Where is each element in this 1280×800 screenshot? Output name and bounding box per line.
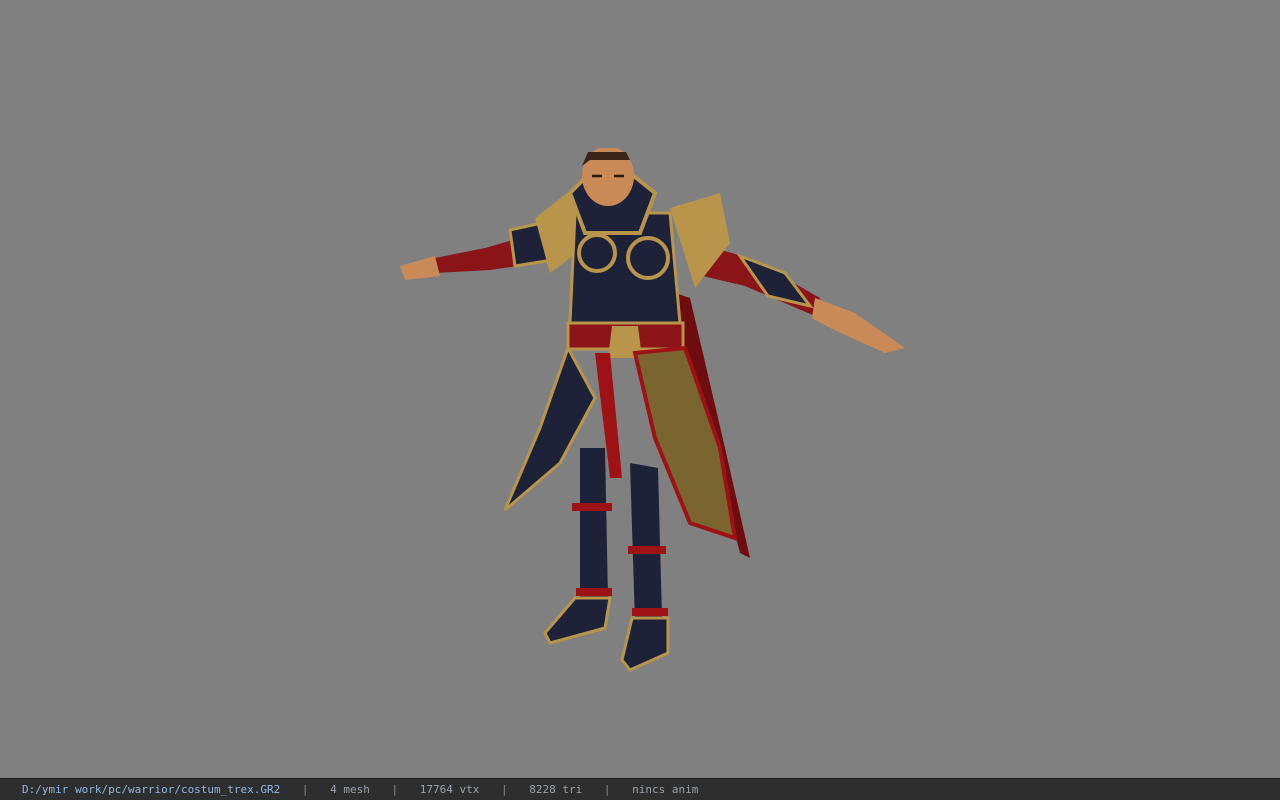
left-hand <box>400 256 440 280</box>
right-leg-band-1 <box>628 546 666 554</box>
model-file-path: D:/ymir work/pc/warrior/costum_trex.GR2 <box>22 783 281 796</box>
triangle-count: 8228 tri <box>529 783 583 796</box>
right-leg <box>630 463 662 623</box>
vertex-count: 17764 vtx <box>419 783 480 796</box>
left-leg <box>580 448 608 603</box>
3d-viewport[interactable] <box>0 0 1280 778</box>
warrior-character-model[interactable] <box>390 148 920 678</box>
status-separator: | <box>391 783 399 796</box>
right-hand <box>812 298 905 353</box>
status-bar: D:/ymir work/pc/warrior/costum_trex.GR2 … <box>0 778 1280 800</box>
left-boot <box>543 596 612 645</box>
right-boot <box>620 616 670 672</box>
status-separator: | <box>603 783 611 796</box>
mesh-count: 4 mesh <box>330 783 370 796</box>
status-separator: | <box>501 783 508 796</box>
status-separator: | <box>301 783 309 796</box>
animation-status: nincs anim <box>632 783 699 796</box>
right-leg-band-2 <box>632 608 668 616</box>
left-leg-band-1 <box>572 503 612 511</box>
left-leg-band-2 <box>576 588 612 596</box>
